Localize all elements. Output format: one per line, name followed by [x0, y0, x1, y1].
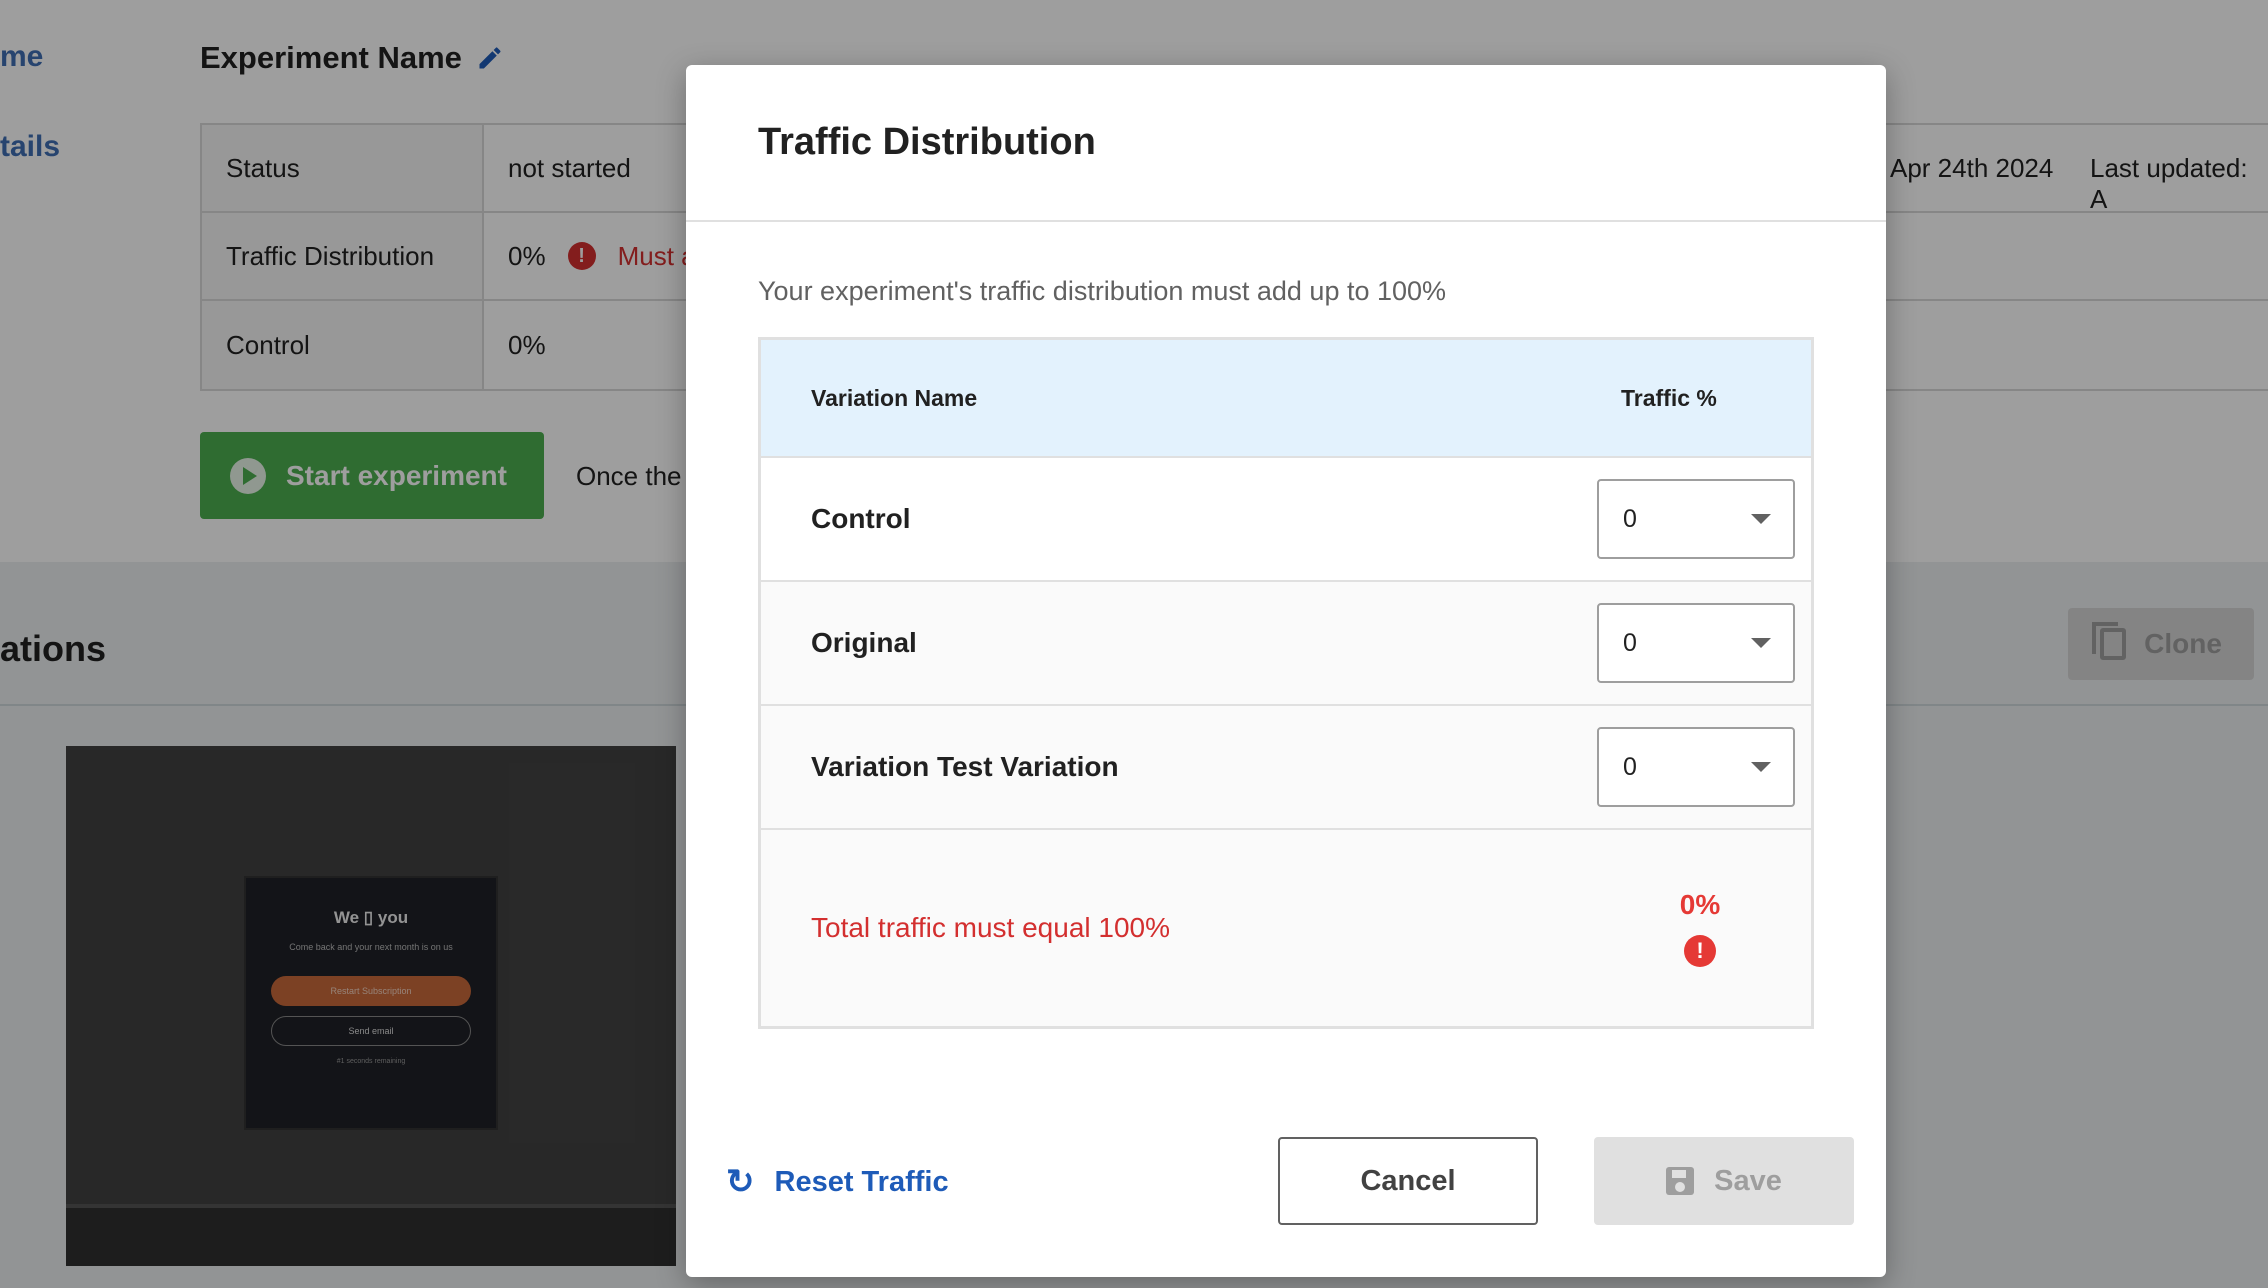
chevron-down-icon — [1751, 638, 1771, 648]
variation-name: Variation Test Variation — [811, 751, 1119, 782]
column-header-traffic: Traffic % — [1621, 384, 1717, 411]
traffic-select-original[interactable]: 0 — [1597, 603, 1795, 683]
select-value: 0 — [1623, 504, 1637, 533]
total-value: 0% ! — [1605, 889, 1795, 967]
traffic-distribution-dialog: Traffic Distribution Your experiment's t… — [686, 65, 1886, 1277]
dialog-title: Traffic Distribution — [758, 121, 1096, 163]
traffic-select-test-variation[interactable]: 0 — [1597, 727, 1795, 807]
cancel-button[interactable]: Cancel — [1278, 1137, 1538, 1225]
total-percentage: 0% — [1679, 889, 1721, 920]
table-header: Variation Name Traffic % — [761, 340, 1811, 458]
dialog-footer: ↻ Reset Traffic Cancel Save — [726, 1137, 1854, 1227]
traffic-table: Variation Name Traffic % Control 0 Origi… — [758, 337, 1814, 1029]
variation-name: Original — [811, 627, 917, 658]
save-label: Save — [1714, 1164, 1782, 1197]
dialog-header: Traffic Distribution — [686, 65, 1886, 222]
save-button[interactable]: Save — [1594, 1137, 1854, 1225]
dialog-description: Your experiment's traffic distribution m… — [758, 276, 1447, 306]
select-value: 0 — [1623, 752, 1637, 781]
error-icon: ! — [1684, 935, 1716, 967]
variation-name: Control — [811, 503, 911, 534]
reset-traffic-label: Reset Traffic — [774, 1165, 949, 1198]
total-row: Total traffic must equal 100% 0% ! — [761, 830, 1811, 1026]
table-row: Variation Test Variation 0 — [761, 706, 1811, 830]
save-icon — [1666, 1167, 1695, 1195]
total-error-message: Total traffic must equal 100% — [811, 912, 1171, 943]
chevron-down-icon — [1751, 762, 1771, 772]
reset-traffic-button[interactable]: ↻ Reset Traffic — [726, 1137, 949, 1227]
select-value: 0 — [1623, 628, 1637, 657]
table-row: Original 0 — [761, 582, 1811, 706]
table-row: Control 0 — [761, 458, 1811, 582]
column-header-name: Variation Name — [811, 384, 978, 411]
chevron-down-icon — [1751, 514, 1771, 524]
refresh-icon: ↻ — [726, 1163, 755, 1201]
traffic-select-control[interactable]: 0 — [1597, 479, 1795, 559]
